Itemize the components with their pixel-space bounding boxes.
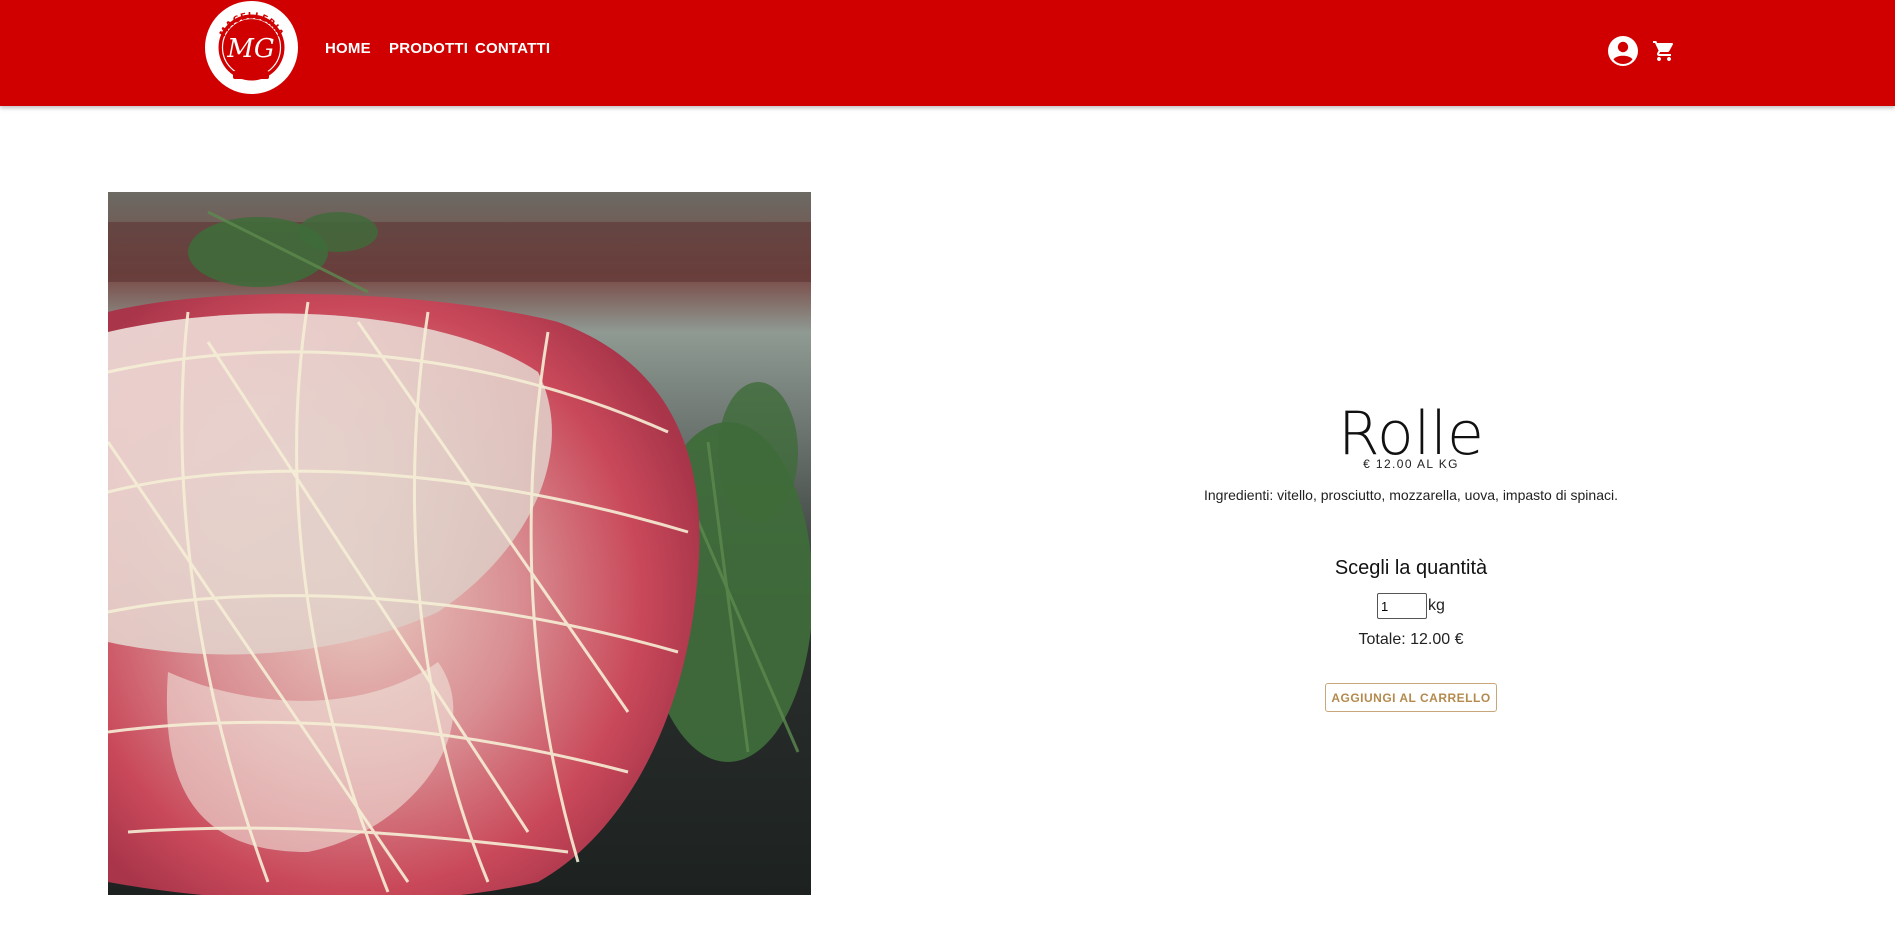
- nav-prodotti-link[interactable]: PRODOTTI: [389, 40, 468, 60]
- shopping-cart-icon[interactable]: [1652, 39, 1676, 63]
- order-total: Totale: 12.00 €: [1358, 631, 1464, 648]
- product-photo: [108, 192, 811, 895]
- product-price: € 12.00 AL KG: [1363, 457, 1459, 471]
- product-ingredients: Ingredienti: vitello, prosciutto, mozzar…: [1204, 487, 1618, 503]
- quantity-row: kg: [1111, 593, 1711, 619]
- quantity-unit: kg: [1428, 597, 1445, 614]
- svg-text:MG: MG: [226, 34, 274, 64]
- nav-home-link[interactable]: HOME: [325, 40, 371, 60]
- add-to-cart-button[interactable]: AGGIUNGI AL CARRELLO: [1325, 683, 1497, 712]
- macelleria-logo[interactable]: MACELLERIA MG: [205, 1, 298, 94]
- quantity-input[interactable]: [1377, 593, 1428, 619]
- quantity-heading: Scegli la quantità: [1334, 557, 1488, 579]
- account-circle-icon[interactable]: [1607, 35, 1639, 67]
- top-navbar: MACELLERIA MG HOME PRODOTTI CONTATTI: [0, 0, 1895, 106]
- nav-contatti-link[interactable]: CONTATTI: [475, 40, 550, 60]
